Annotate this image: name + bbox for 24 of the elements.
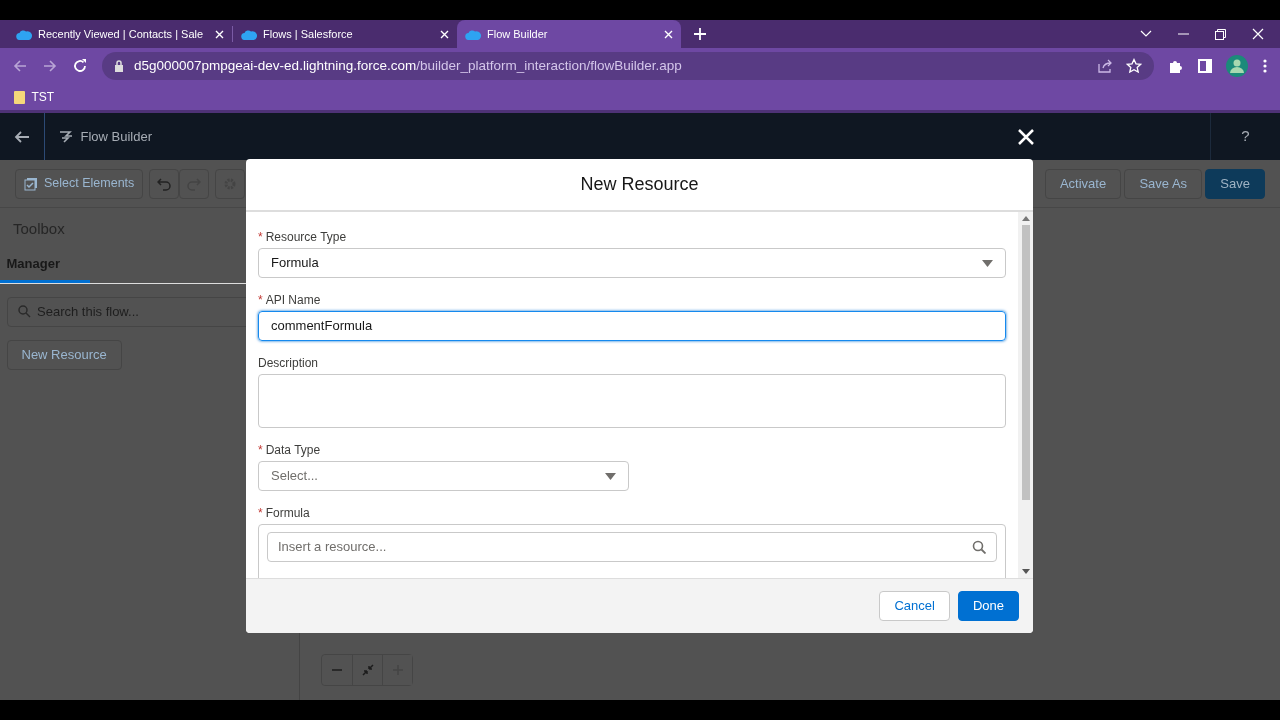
save-button[interactable]: Save [1205,168,1265,199]
app-title: Flow Builder [80,127,153,146]
help-menu-button[interactable]: ? [1240,124,1251,149]
dialog-title: New Resource [580,173,699,196]
activate-button[interactable]: Activate [1044,168,1122,199]
address-bar[interactable]: d5g000007pmpgeai-dev-ed.lightning.force.com/builder_platform_interaction/flowBuilder.app [102,52,1154,80]
resource-search-field[interactable]: Insert a resource... [267,532,997,562]
field-label: * Data Type [258,442,322,459]
field-label: * Resource Type [258,229,348,246]
field-label: * Formula [258,505,311,522]
url-text: d5g000007pmpgeai-dev-ed.lightning.force.com/builder_platform_interaction/flowBuilder.app [134,56,682,75]
bookmark[interactable]: TST [14,88,55,106]
new-resource-button[interactable]: New Resource [6,339,122,370]
select-elements-button[interactable]: Select Elements [15,168,144,199]
dropdown-field[interactable]: Formula [258,248,1006,278]
dropdown-field[interactable]: Select... [258,461,629,491]
browser-tab[interactable]: Flow Builder [457,20,681,48]
browser-tab[interactable]: Flows | Salesforce [233,20,457,48]
cancel-button[interactable]: Cancel [879,591,950,621]
browser-tab[interactable]: Recently Viewed | Contacts | Sale [8,20,232,48]
save-as-button[interactable]: Save As [1124,168,1203,199]
field-label: Description [258,355,320,372]
text-field[interactable]: commentFormula [258,311,1006,341]
done-button[interactable]: Done [957,591,1019,621]
